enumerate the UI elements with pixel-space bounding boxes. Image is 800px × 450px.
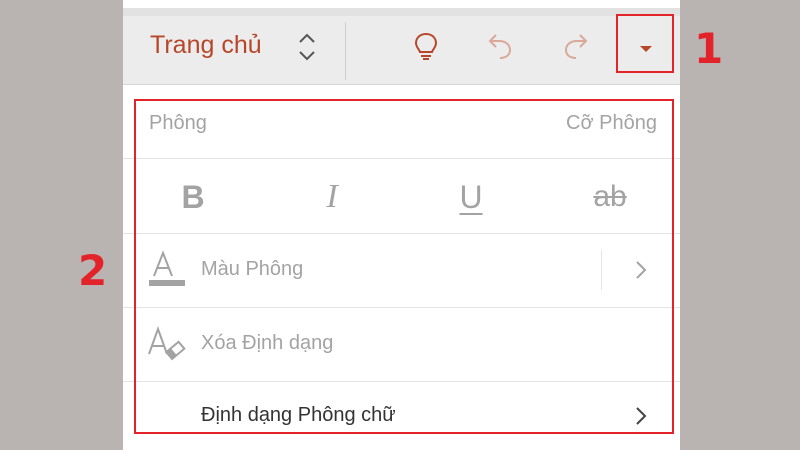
highlight-box-1 — [616, 14, 674, 73]
lightbulb-icon[interactable] — [408, 28, 444, 64]
toolbar-divider — [345, 22, 346, 80]
toolbar-top-edge — [123, 8, 680, 16]
chevron-up-down-icon[interactable] — [296, 30, 318, 64]
undo-icon[interactable] — [483, 28, 519, 64]
callout-number-1: 1 — [694, 24, 724, 73]
ribbon-tab-title[interactable]: Trang chủ — [150, 31, 262, 60]
redo-icon[interactable] — [557, 28, 593, 64]
ribbon-toolbar: Trang chủ — [123, 8, 680, 85]
highlight-box-2 — [134, 99, 674, 434]
callout-number-2: 2 — [78, 246, 108, 295]
